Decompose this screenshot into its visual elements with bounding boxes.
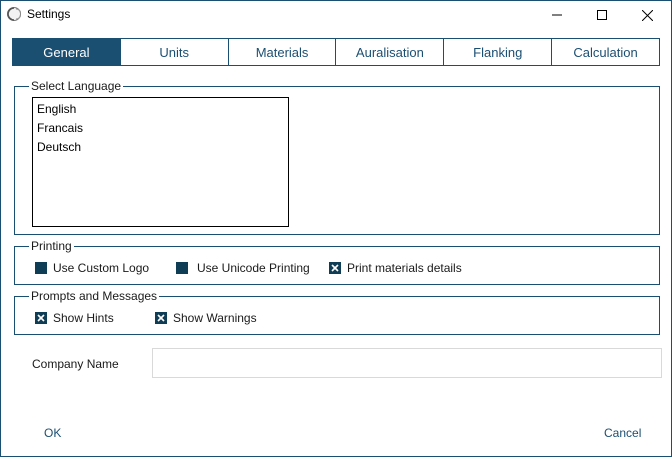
language-option-francais[interactable]: Francais — [37, 121, 83, 135]
close-icon — [641, 9, 653, 21]
printing-label: Printing — [29, 238, 74, 254]
company-name-label: Company Name — [32, 357, 119, 371]
tab-flanking[interactable]: Flanking — [443, 39, 552, 65]
select-language-label: Select Language — [29, 78, 124, 94]
use-custom-logo-checkbox[interactable]: Use Custom Logo — [35, 261, 149, 275]
select-language-group: Select Language English Francais Deutsch — [14, 78, 660, 235]
minimize-button[interactable] — [537, 1, 577, 29]
print-materials-details-label: Print materials details — [347, 261, 462, 275]
ok-button[interactable]: OK — [44, 426, 61, 440]
title-bar: Settings — [1, 1, 671, 29]
checked-box-icon — [35, 312, 47, 324]
print-materials-details-checkbox[interactable]: Print materials details — [329, 261, 462, 275]
cancel-button[interactable]: Cancel — [604, 426, 641, 440]
minimize-icon — [552, 14, 562, 16]
tab-calculation[interactable]: Calculation — [551, 39, 659, 65]
language-listbox[interactable]: English Francais Deutsch — [32, 97, 289, 227]
tab-general[interactable]: General — [13, 39, 120, 65]
tab-auralisation[interactable]: Auralisation — [335, 39, 444, 65]
app-logo-icon — [7, 7, 22, 21]
printing-group: Printing Use Custom Logo Use Unicode Pri… — [14, 238, 660, 285]
tab-materials[interactable]: Materials — [227, 39, 336, 65]
checked-box-icon — [155, 312, 167, 324]
tab-units[interactable]: Units — [119, 39, 228, 65]
language-option-deutsch[interactable]: Deutsch — [37, 140, 81, 154]
show-warnings-label: Show Warnings — [173, 311, 257, 325]
close-button[interactable] — [627, 1, 667, 29]
show-hints-checkbox[interactable]: Show Hints — [35, 311, 114, 325]
use-custom-logo-label: Use Custom Logo — [53, 261, 150, 275]
show-hints-label: Show Hints — [53, 311, 114, 325]
window-title: Settings — [27, 7, 71, 21]
company-name-input[interactable] — [152, 348, 662, 378]
use-unicode-printing-label: Use Unicode Printing — [197, 261, 310, 275]
use-unicode-printing-checkbox[interactable]: Use Unicode Printing — [176, 261, 310, 275]
settings-window: Settings General Units Materials Auralis… — [0, 0, 672, 457]
unchecked-box-icon — [176, 262, 188, 274]
maximize-button[interactable] — [582, 1, 622, 29]
show-warnings-checkbox[interactable]: Show Warnings — [155, 311, 257, 325]
language-option-english[interactable]: English — [37, 102, 76, 116]
settings-tabs: General Units Materials Auralisation Fla… — [12, 38, 660, 66]
prompts-messages-label: Prompts and Messages — [29, 288, 160, 304]
prompts-messages-group: Prompts and Messages Show Hints Show War… — [14, 288, 660, 335]
unchecked-box-icon — [35, 262, 47, 274]
maximize-icon — [597, 10, 607, 20]
checked-box-icon — [329, 262, 341, 274]
